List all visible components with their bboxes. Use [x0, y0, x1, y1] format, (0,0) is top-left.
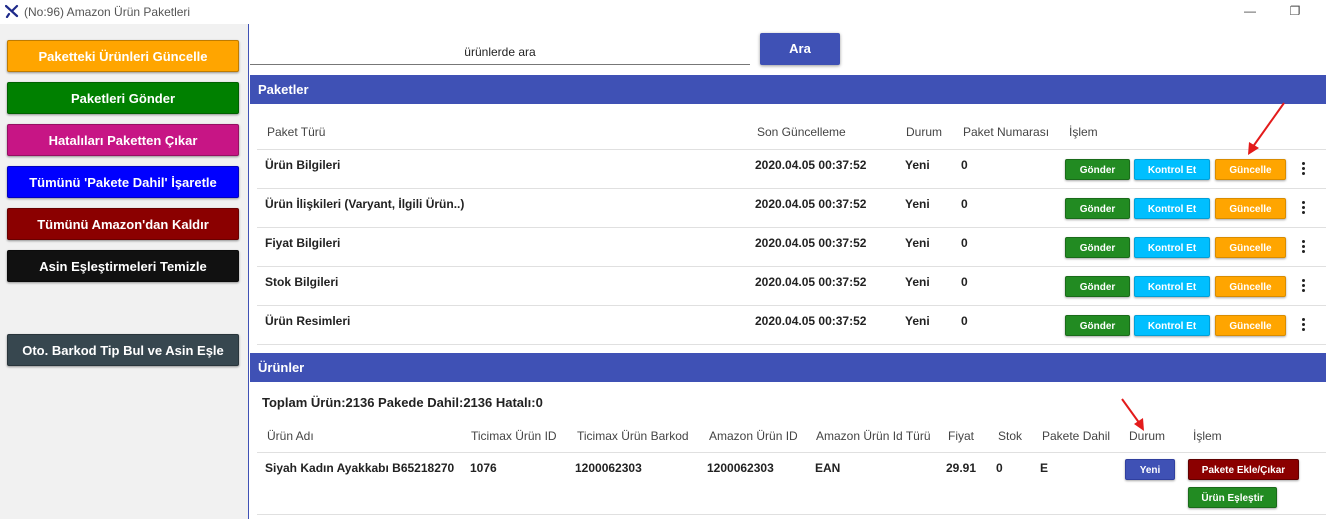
search-input[interactable]: ürünlerde ara	[250, 39, 750, 65]
col-package-type: Paket Türü	[267, 125, 326, 139]
product-price: 29.91	[946, 461, 977, 475]
col-action: İşlem	[1069, 125, 1098, 139]
packages-section-header: Paketler	[250, 75, 1326, 104]
package-number: 0	[961, 197, 968, 211]
product-barcode: 1200062303	[575, 461, 642, 475]
more-options-icon[interactable]	[1298, 277, 1308, 295]
package-updated: 2020.04.05 00:37:52	[755, 275, 867, 289]
product-id-type: EAN	[815, 461, 841, 475]
divider	[257, 227, 1326, 228]
divider	[257, 514, 1326, 515]
col-stock: Stok	[998, 429, 1023, 443]
package-updated: 2020.04.05 00:37:52	[755, 158, 867, 172]
col-ticimax-id: Ticimax Ürün ID	[471, 429, 557, 443]
toggle-package-button[interactable]: Pakete Ekle/Çıkar	[1188, 459, 1299, 480]
divider	[257, 344, 1326, 345]
product-status-button[interactable]: Yeni	[1125, 459, 1175, 480]
update-package-button[interactable]: Güncelle	[1215, 159, 1286, 180]
product-amazon-id: 1200062303	[707, 461, 774, 475]
annotation-arrow-icon	[1121, 398, 1144, 431]
check-package-button[interactable]: Kontrol Et	[1134, 198, 1210, 219]
product-stock: 0	[996, 461, 1003, 475]
send-package-button[interactable]: Gönder	[1065, 159, 1130, 180]
minimize-button[interactable]: —	[1240, 2, 1260, 20]
divider	[257, 452, 1326, 453]
window-title: (No:96) Amazon Ürün Paketleri	[24, 5, 191, 19]
update-package-button[interactable]: Güncelle	[1215, 315, 1286, 336]
package-updated: 2020.04.05 00:37:52	[755, 314, 867, 328]
more-options-icon[interactable]	[1298, 238, 1308, 256]
products-section-header: Ürünler	[250, 353, 1326, 382]
package-status: Yeni	[905, 314, 930, 328]
check-package-button[interactable]: Kontrol Et	[1134, 237, 1210, 258]
package-updated: 2020.04.05 00:37:52	[755, 197, 867, 211]
package-number: 0	[961, 314, 968, 328]
col-last-update: Son Güncelleme	[757, 125, 846, 139]
mark-all-included-button[interactable]: Tümünü 'Pakete Dahil' İşaretle	[7, 166, 239, 198]
col-ticimax-barcode: Ticimax Ürün Barkod	[577, 429, 689, 443]
restore-button[interactable]: ❐	[1285, 2, 1305, 20]
col-product-action: İşlem	[1193, 429, 1222, 443]
update-package-products-button[interactable]: Paketteki Ürünleri Güncelle	[7, 40, 239, 72]
package-type: Stok Bilgileri	[265, 275, 339, 289]
send-package-button[interactable]: Gönder	[1065, 198, 1130, 219]
package-updated: 2020.04.05 00:37:52	[755, 236, 867, 250]
package-status: Yeni	[905, 275, 930, 289]
annotation-arrow-icon	[1248, 102, 1285, 155]
send-package-button[interactable]: Gönder	[1065, 276, 1130, 297]
match-product-button[interactable]: Ürün Eşleştir	[1188, 487, 1277, 508]
more-options-icon[interactable]	[1298, 316, 1308, 334]
package-status: Yeni	[905, 158, 930, 172]
check-package-button[interactable]: Kontrol Et	[1134, 159, 1210, 180]
search-button[interactable]: Ara	[760, 33, 840, 65]
product-name: Siyah Kadın Ayakkabı B65218270	[265, 461, 455, 475]
divider	[257, 149, 1326, 150]
send-packages-button[interactable]: Paketleri Gönder	[7, 82, 239, 114]
col-package-number: Paket Numarası	[963, 125, 1050, 139]
update-package-button[interactable]: Güncelle	[1215, 276, 1286, 297]
products-summary: Toplam Ürün:2136 Pakede Dahil:2136 Hatal…	[262, 395, 543, 410]
update-package-button[interactable]: Güncelle	[1215, 237, 1286, 258]
update-package-button[interactable]: Güncelle	[1215, 198, 1286, 219]
check-package-button[interactable]: Kontrol Et	[1134, 315, 1210, 336]
package-status: Yeni	[905, 236, 930, 250]
send-package-button[interactable]: Gönder	[1065, 237, 1130, 258]
package-type: Ürün Resimleri	[265, 314, 351, 328]
package-type: Ürün Bilgileri	[265, 158, 341, 172]
send-package-button[interactable]: Gönder	[1065, 315, 1130, 336]
clear-asin-matches-button[interactable]: Asin Eşleştirmeleri Temizle	[7, 250, 239, 282]
auto-barcode-asin-button[interactable]: Oto. Barkod Tip Bul ve Asin Eşle	[7, 334, 239, 366]
col-amazon-id-type: Amazon Ürün Id Türü	[816, 429, 931, 443]
col-amazon-id: Amazon Ürün ID	[709, 429, 798, 443]
col-product-name: Ürün Adı	[267, 429, 314, 443]
package-number: 0	[961, 158, 968, 172]
title-bar: (No:96) Amazon Ürün Paketleri — ❐	[0, 0, 1326, 24]
divider	[257, 305, 1326, 306]
product-included: E	[1040, 461, 1049, 475]
package-number: 0	[961, 236, 968, 250]
app-logo-icon	[5, 4, 19, 18]
col-price: Fiyat	[948, 429, 975, 443]
remove-errors-button[interactable]: Hatalıları Paketten Çıkar	[7, 124, 239, 156]
package-number: 0	[961, 275, 968, 289]
col-included: Pakete Dahil	[1042, 429, 1111, 443]
package-type: Ürün İlişkileri (Varyant, İlgili Ürün..)	[265, 197, 465, 211]
package-type: Fiyat Bilgileri	[265, 236, 341, 250]
divider	[257, 188, 1326, 189]
check-package-button[interactable]: Kontrol Et	[1134, 276, 1210, 297]
col-status: Durum	[906, 125, 943, 139]
more-options-icon[interactable]	[1298, 199, 1308, 217]
more-options-icon[interactable]	[1298, 160, 1308, 178]
package-status: Yeni	[905, 197, 930, 211]
product-ticimax-id: 1076	[470, 461, 497, 475]
divider	[257, 266, 1326, 267]
remove-all-amazon-button[interactable]: Tümünü Amazon'dan Kaldır	[7, 208, 239, 240]
